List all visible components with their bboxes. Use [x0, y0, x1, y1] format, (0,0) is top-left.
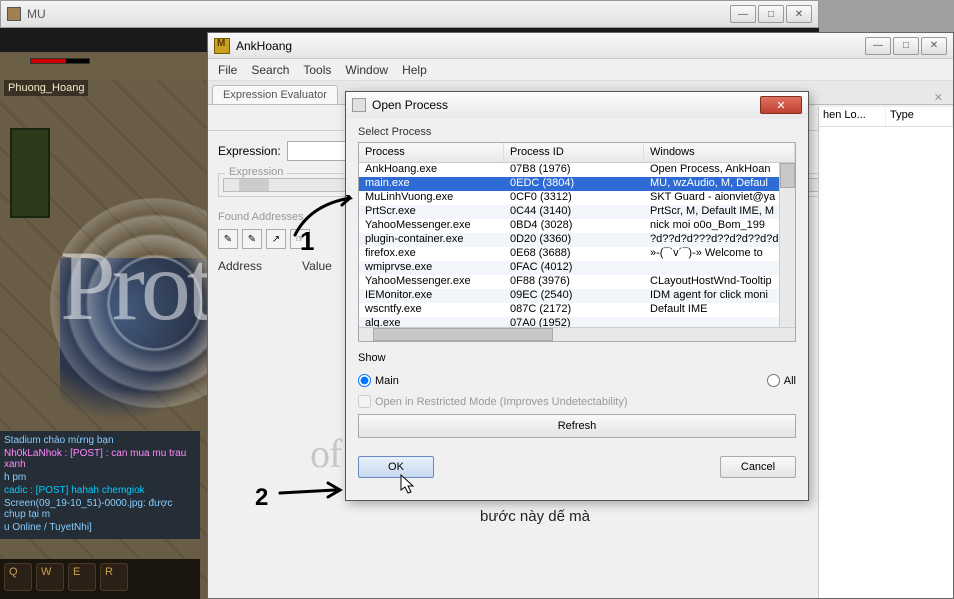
dialog-icon [352, 98, 366, 112]
process-row[interactable]: main.exe0EDC (3804)MU, wzAudio, M, Defau… [359, 177, 795, 191]
hotkey-q[interactable]: Q [4, 563, 32, 591]
chat-line: Nh0kLaNhok : [POST] : can mua mu trau xa… [4, 448, 196, 470]
tab-expression-evaluator[interactable]: Expression Evaluator [212, 85, 338, 104]
mu-app-icon [7, 7, 21, 21]
pencil-icon[interactable]: ✎ [242, 229, 262, 249]
horizontal-scrollbar[interactable] [359, 327, 795, 341]
refresh-button[interactable]: Refresh [358, 414, 796, 438]
chat-line: Stadium chào mừng bạn [4, 435, 196, 446]
right-col-2[interactable]: Type [886, 107, 953, 126]
ankhoang-titlebar[interactable]: AnkHoang — □ ✕ [208, 33, 953, 59]
select-process-label: Select Process [358, 126, 796, 138]
chat-line: u Online / TuyetNhi] [4, 522, 196, 533]
radio-all[interactable]: All [767, 374, 796, 387]
radio-main-input[interactable] [358, 374, 371, 387]
ankhoang-menubar: File Search Tools Window Help [208, 59, 953, 81]
ok-button[interactable]: OK [358, 456, 434, 478]
header-process[interactable]: Process [359, 143, 504, 162]
ankhoang-title: AnkHoang [236, 39, 865, 53]
annotation-note: bước này dế mà [480, 508, 590, 525]
close-button[interactable]: ✕ [786, 5, 812, 23]
process-row[interactable]: MuLinhVuong.exe0CF0 (3312)SKT Guard - ai… [359, 191, 795, 205]
mu-titlebar[interactable]: MU — □ ✕ [0, 0, 819, 28]
process-row[interactable]: YahooMessenger.exe0BD4 (3028)nick moi o0… [359, 219, 795, 233]
mu-hotkey-bar: Q W E R [0, 559, 200, 599]
col-value[interactable]: Value [302, 259, 332, 273]
mu-flag-sprite [10, 128, 50, 218]
menu-window[interactable]: Window [345, 63, 388, 77]
show-label: Show [358, 352, 796, 364]
chat-line: h pm [4, 472, 196, 483]
radio-main[interactable]: Main [358, 374, 399, 387]
menu-tools[interactable]: Tools [303, 63, 331, 77]
mu-chat-log[interactable]: Stadium chào mừng bạn Nh0kLaNhok : [POST… [0, 431, 200, 539]
mu-player-name: Phuong_Hoang [4, 80, 88, 96]
process-row[interactable]: IEMonitor.exe09EC (2540)IDM agent for cl… [359, 289, 795, 303]
tab-close-icon[interactable]: ✕ [928, 91, 949, 104]
process-row[interactable]: PrtScr.exe0C44 (3140)PrtScr, M, Default … [359, 205, 795, 219]
process-row[interactable]: firefox.exe0E68 (3688)»-(¯`v´¯)-» Welcom… [359, 247, 795, 261]
ankhoang-app-icon [214, 38, 230, 54]
cancel-button[interactable]: Cancel [720, 456, 796, 478]
maximize-button[interactable]: □ [758, 5, 784, 23]
process-row[interactable]: wmiprvse.exe0FAC (4012) [359, 261, 795, 275]
restricted-mode-check[interactable]: Open in Restricted Mode (Improves Undete… [358, 395, 796, 408]
hand-icon[interactable]: ☞ [290, 229, 310, 249]
maximize-button[interactable]: □ [893, 37, 919, 55]
hotkey-w[interactable]: W [36, 563, 64, 591]
mu-health [30, 58, 90, 64]
menu-search[interactable]: Search [251, 63, 289, 77]
chat-line: Screen(09_19-10_51)-0000.jpg: được chụp … [4, 498, 196, 520]
vertical-scrollbar[interactable] [779, 163, 795, 327]
restricted-checkbox [358, 395, 371, 408]
dialog-title: Open Process [372, 98, 760, 112]
process-row[interactable]: wscntfy.exe087C (2172)Default IME [359, 303, 795, 317]
mu-title: MU [27, 7, 730, 21]
menu-file[interactable]: File [218, 63, 237, 77]
open-process-titlebar[interactable]: Open Process ✕ [346, 92, 808, 118]
open-process-dialog: Open Process ✕ Select Process Process Pr… [345, 91, 809, 501]
close-button[interactable]: ✕ [921, 37, 947, 55]
process-row[interactable]: AnkHoang.exe07B8 (1976)Open Process, Ank… [359, 163, 795, 177]
process-row[interactable]: YahooMessenger.exe0F88 (3976)CLayoutHost… [359, 275, 795, 289]
header-process-id[interactable]: Process ID [504, 143, 644, 162]
expression-label: Expression: [218, 144, 281, 158]
hotkey-r[interactable]: R [100, 563, 128, 591]
arrow-icon[interactable]: ↗ [266, 229, 286, 249]
header-windows[interactable]: Windows [644, 143, 795, 162]
col-address[interactable]: Address [218, 259, 262, 273]
right-col-1[interactable]: hen Lo... [819, 107, 886, 126]
expression-group-label: Expression [225, 166, 287, 178]
minimize-button[interactable]: — [865, 37, 891, 55]
ankhoang-right-panel: hen Lo... Type [818, 107, 953, 598]
radio-all-input[interactable] [767, 374, 780, 387]
dialog-close-button[interactable]: ✕ [760, 96, 802, 114]
minimize-button[interactable]: — [730, 5, 756, 23]
hotkey-e[interactable]: E [68, 563, 96, 591]
chat-line: cadic : [POST] hahah chemgiok [4, 485, 196, 496]
wand-icon[interactable]: ✎ [218, 229, 238, 249]
menu-help[interactable]: Help [402, 63, 427, 77]
process-list[interactable]: Process Process ID Windows AnkHoang.exe0… [358, 142, 796, 342]
process-row[interactable]: plugin-container.exe0D20 (3360)?d??d?d??… [359, 233, 795, 247]
